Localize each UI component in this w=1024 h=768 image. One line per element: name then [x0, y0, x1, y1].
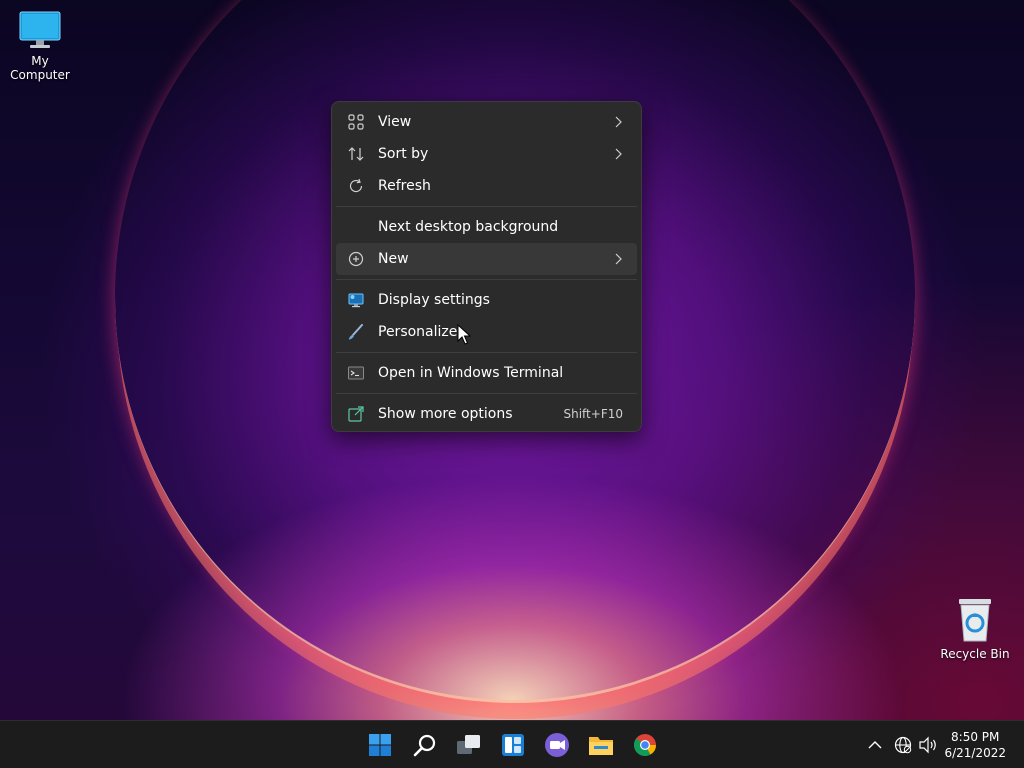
menu-item-new[interactable]: New — [336, 243, 637, 275]
menu-item-label: Next desktop background — [378, 219, 559, 235]
menu-item-label: Display settings — [378, 292, 490, 308]
taskbar-file-explorer-button[interactable] — [587, 731, 615, 759]
desktop-icon-label: My Computer — [10, 54, 70, 82]
menu-item-personalize[interactable]: Personalize — [336, 316, 637, 348]
menu-item-open-in-windows-terminal[interactable]: Open in Windows Terminal — [336, 357, 637, 389]
refresh-icon — [349, 178, 363, 193]
taskbar: 8:50 PM 6/21/2022 — [0, 720, 1024, 768]
taskbar-chat-button[interactable] — [543, 731, 571, 759]
menu-item-label: Show more options — [378, 406, 513, 422]
menu-item-next-desktop-background[interactable]: Next desktop background — [336, 211, 637, 243]
menu-item-label: Refresh — [378, 178, 431, 194]
menu-separator — [336, 352, 637, 353]
menu-item-label: New — [378, 251, 409, 267]
display-icon — [348, 293, 364, 308]
taskbar-task-view-button[interactable] — [455, 731, 483, 759]
widgets-icon — [502, 734, 524, 756]
volume-icon — [919, 736, 936, 754]
sort-icon — [348, 147, 364, 161]
taskbar-chrome-button[interactable] — [631, 731, 659, 759]
menu-item-display-settings[interactable]: Display settings — [336, 284, 637, 316]
menu-item-shortcut: Shift+F10 — [563, 407, 623, 421]
chevron-right-icon — [615, 148, 622, 160]
start-icon — [369, 734, 391, 756]
chevron-right-icon — [615, 116, 622, 128]
tray-network-button[interactable] — [891, 731, 915, 759]
taskbar-start-button[interactable] — [366, 731, 394, 759]
menu-separator — [336, 279, 637, 280]
tray-time: 8:50 PM — [951, 730, 1000, 744]
desktop-icon-recycle-bin[interactable]: Recycle Bin — [935, 597, 1015, 661]
chevron-right-icon — [615, 253, 622, 265]
desktop-icon-label: Recycle Bin — [940, 647, 1010, 661]
plus-circle-icon — [348, 251, 364, 267]
network-globe-icon — [894, 736, 912, 754]
taskbar-search-button[interactable] — [411, 731, 439, 759]
menu-item-label: Open in Windows Terminal — [378, 365, 564, 381]
menu-item-label: Sort by — [378, 146, 429, 162]
desktop-context-menu: View Sort by Refresh Next desktop backgr… — [331, 101, 642, 432]
file-explorer-icon — [589, 737, 613, 755]
chrome-icon — [634, 734, 656, 756]
desktop-icon-my-computer[interactable]: My Computer — [0, 10, 80, 82]
computer-icon — [19, 11, 61, 48]
menu-separator — [336, 393, 637, 394]
teams-chat-icon — [545, 733, 569, 757]
chevron-up-icon — [868, 741, 882, 749]
recycle-bin-icon — [959, 599, 991, 642]
tray-date: 6/21/2022 — [944, 746, 1006, 760]
menu-item-show-more-options[interactable]: Show more options Shift+F10 — [336, 398, 637, 430]
mouse-cursor-icon — [457, 324, 471, 345]
more-options-icon — [348, 406, 364, 422]
menu-separator — [336, 206, 637, 207]
menu-item-sort-by[interactable]: Sort by — [336, 138, 637, 170]
menu-item-label: View — [378, 114, 412, 130]
menu-item-view[interactable]: View — [336, 106, 637, 138]
menu-item-refresh[interactable]: Refresh — [336, 170, 637, 202]
brush-icon — [348, 324, 363, 340]
task-view-icon — [457, 735, 480, 754]
tray-show-hidden-icons-button[interactable] — [864, 731, 886, 759]
search-icon — [413, 734, 436, 757]
grid-icon — [348, 114, 364, 130]
tray-volume-button[interactable] — [916, 731, 940, 759]
tray-clock[interactable]: 8:50 PM 6/21/2022 — [944, 729, 1006, 761]
taskbar-widgets-button[interactable] — [499, 731, 527, 759]
menu-item-label: Personalize — [378, 324, 458, 340]
terminal-icon — [348, 366, 364, 380]
